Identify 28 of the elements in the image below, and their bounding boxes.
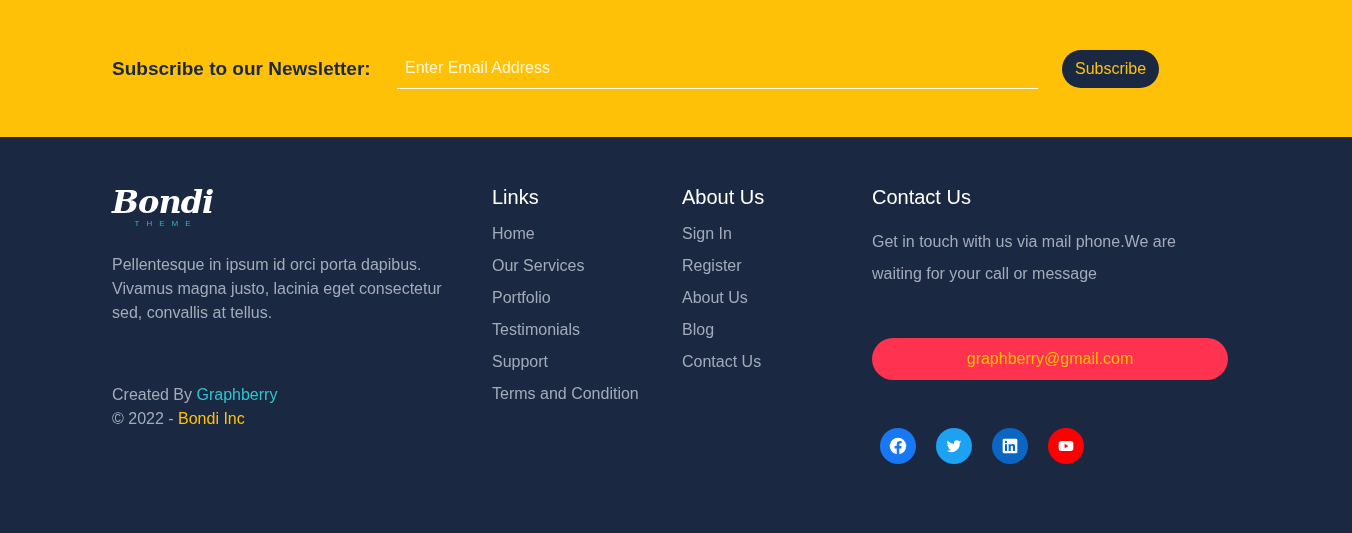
email-field[interactable]: Enter Email Address: [397, 48, 1038, 89]
footer-link[interactable]: Support: [492, 346, 549, 378]
column-heading: Contact Us: [872, 185, 972, 209]
footer-link[interactable]: Sign In: [682, 218, 732, 250]
logo[interactable]: Bondi THEME: [112, 185, 214, 229]
column-heading: About Us: [682, 185, 766, 209]
footer-link[interactable]: Testimonials: [492, 314, 581, 346]
column-heading: Links: [492, 185, 540, 209]
footer-link[interactable]: Contact Us: [682, 346, 762, 378]
facebook-icon[interactable]: [880, 428, 916, 464]
footer-link[interactable]: About Us: [682, 282, 748, 314]
footer-link[interactable]: Terms and Condition: [492, 378, 639, 410]
footer-link[interactable]: Blog: [682, 314, 715, 346]
credit-text: Created By Graphberry: [112, 385, 279, 405]
copyright-text: © 2022 - Bondi Inc: [112, 409, 246, 429]
contact-text: Get in touch with us via mail phone.We are waiting for your call or message: [872, 232, 1177, 284]
subscribe-button[interactable]: Subscribe: [1062, 49, 1160, 88]
twitter-icon[interactable]: [936, 428, 972, 464]
footer-link[interactable]: Register: [682, 250, 742, 282]
youtube-icon[interactable]: [1048, 428, 1084, 464]
footer-link[interactable]: Portfolio: [492, 282, 551, 314]
description-text: Pellentesque in ipsum id orci porta dapibus. Vivamus magna justo, lacinia eget consectetur sed, convallis at tellus.: [112, 255, 443, 323]
newsletter-label: Subscribe to our Newsletter:: [112, 57, 372, 80]
linkedin-icon[interactable]: [992, 428, 1028, 464]
footer-link[interactable]: Home: [492, 218, 535, 250]
footer-link[interactable]: Our Services: [492, 250, 585, 282]
company-link[interactable]: Bondi Inc: [178, 410, 245, 427]
creator-link[interactable]: Graphberry: [196, 386, 278, 403]
